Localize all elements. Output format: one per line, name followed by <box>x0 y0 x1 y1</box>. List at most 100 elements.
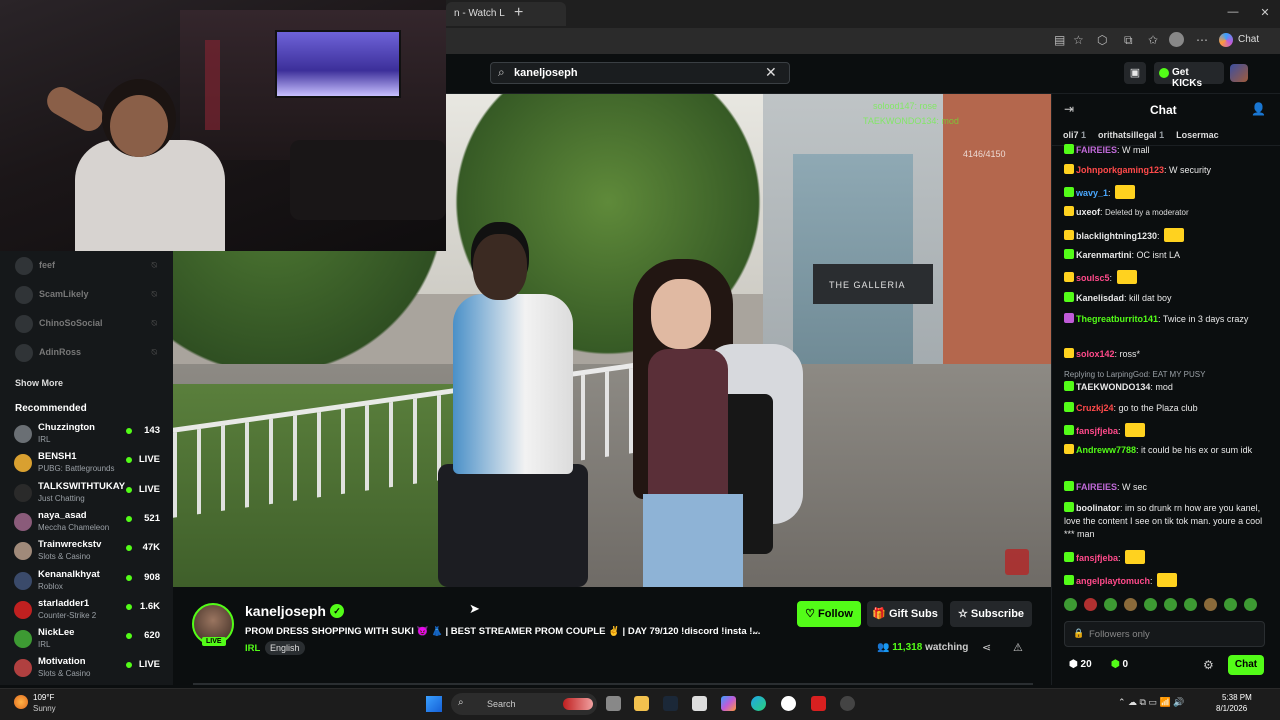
chat-input[interactable]: Followers only <box>1064 621 1265 647</box>
chat-username[interactable]: soulsc5 <box>1076 273 1110 283</box>
sidebar-recommended-item[interactable]: Kenanalkhyat Roblox 908 <box>14 569 164 595</box>
new-tab-button[interactable]: + <box>514 4 523 22</box>
chat-username[interactable]: solox142 <box>1076 349 1115 359</box>
reader-icon[interactable]: ▤ <box>1054 33 1065 47</box>
chat-username[interactable]: FAIREIES <box>1076 145 1117 155</box>
sidebar-followed-item[interactable]: ChinoSoSocial ⍉ <box>15 313 165 335</box>
chat-username[interactable]: Cruzkj24 <box>1076 403 1114 413</box>
emote-icon[interactable] <box>1184 598 1197 611</box>
browser-tab-active[interactable]: n - Watch L <box>446 2 566 26</box>
chat-username[interactable]: Thegreatburrito141 <box>1076 314 1158 324</box>
clock-time[interactable]: 5:38 PM <box>1222 693 1252 702</box>
sub-badge-icon <box>1064 552 1074 562</box>
capcut-icon[interactable] <box>692 696 707 711</box>
extensions-icon[interactable]: ⬡ <box>1097 33 1107 47</box>
send-chat-button[interactable]: Chat <box>1228 655 1264 675</box>
kicks-counter[interactable]: ⬢ 0 <box>1111 659 1128 670</box>
top-gifter[interactable]: Losermac <box>1176 130 1221 140</box>
top-gifter[interactable]: orithatsillegal 1 <box>1098 130 1164 140</box>
settings-app-icon[interactable] <box>840 696 855 711</box>
split-screen-icon[interactable]: ⧉ <box>1124 33 1133 48</box>
chat-username[interactable]: fansjfjeba <box>1076 426 1118 436</box>
sidebar-recommended-item[interactable]: TALKSWITHTUKAY Just Chatting LIVE <box>14 481 164 507</box>
show-more-link[interactable]: Show More <box>15 378 63 388</box>
close-window-button[interactable]: ✕ <box>1250 6 1280 19</box>
chat-username[interactable]: angelplaytomuch <box>1076 576 1150 586</box>
weather-sun-icon[interactable] <box>14 695 28 709</box>
sidebar-recommended-item[interactable]: Motivation Slots & Casino LIVE <box>14 656 164 682</box>
sidebar-recommended-item[interactable]: Trainwreckstv Slots & Casino 47K <box>14 539 164 565</box>
emote-icon[interactable] <box>1144 598 1157 611</box>
collapse-chat-icon[interactable]: ⇥ <box>1064 102 1074 116</box>
emote-icon[interactable] <box>1124 598 1137 611</box>
sidebar-recommended-item[interactable]: BENSH1 PUBG: Battlegrounds LIVE <box>14 451 164 477</box>
horizontal-scrollbar[interactable] <box>193 683 1033 685</box>
copilot-icon[interactable] <box>1219 33 1233 47</box>
chat-username[interactable]: boolinator <box>1076 503 1120 513</box>
clear-search-icon[interactable]: ✕ <box>765 64 777 81</box>
subscribe-button[interactable]: ☆ Subscribe <box>950 601 1032 627</box>
language-tag[interactable]: English <box>265 641 305 655</box>
chat-username[interactable]: Kanelisdad <box>1076 293 1124 303</box>
more-menu-icon[interactable]: ⋯ <box>1196 33 1208 47</box>
obs-icon[interactable] <box>781 696 796 711</box>
chat-username[interactable]: Andreww7788 <box>1076 445 1136 455</box>
sidebar-recommended-item[interactable]: Chuzzington IRL 143 <box>14 422 164 448</box>
task-view-icon[interactable] <box>606 696 621 711</box>
favorite-star-icon[interactable]: ☆ <box>1073 33 1084 47</box>
emote-icon[interactable] <box>1224 598 1237 611</box>
favorites-icon[interactable]: ✩ <box>1148 33 1158 47</box>
kicks-icon: ⬢ <box>1111 659 1123 670</box>
gift-subs-button[interactable]: 🎁 Gift Subs <box>867 601 943 627</box>
share-icon[interactable]: ⋖ <box>982 641 991 654</box>
taskbar-widget-icon[interactable] <box>563 698 593 710</box>
sidebar-recommended-item[interactable]: starladder1 Counter-Strike 2 1.6K <box>14 598 164 624</box>
emote-bar[interactable] <box>1064 598 1269 614</box>
top-gifter[interactable]: oli7 1 <box>1063 130 1086 140</box>
theater-mode-icon[interactable]: ▣ <box>1124 62 1146 84</box>
file-explorer-icon[interactable] <box>634 696 649 711</box>
youtube-icon[interactable] <box>811 696 826 711</box>
chat-username[interactable]: TAEKWONDO134 <box>1076 382 1150 392</box>
profile-avatar-icon[interactable] <box>1169 32 1184 47</box>
emote-icon[interactable] <box>1244 598 1257 611</box>
weather-description[interactable]: Sunny <box>33 704 56 713</box>
system-tray[interactable]: ⌃ ☁ ⧉ ▭ 📶 🔊 <box>1118 697 1184 708</box>
points-counter[interactable]: ⬢ 20 <box>1069 659 1092 670</box>
chevron-down-icon[interactable]: ⌄ <box>751 624 760 637</box>
follow-button[interactable]: ♡ Follow <box>797 601 861 627</box>
chat-users-icon[interactable]: 👤 <box>1251 102 1266 116</box>
chat-username[interactable]: FAIREIES <box>1076 482 1117 492</box>
windows-start-icon[interactable] <box>426 696 442 712</box>
sidebar-followed-item[interactable]: feef ⍉ <box>15 255 165 277</box>
chat-username[interactable]: blacklightning1230 <box>1076 231 1157 241</box>
copilot-chat-label[interactable]: Chat <box>1238 34 1259 45</box>
emote-icon[interactable] <box>1084 598 1097 611</box>
user-avatar[interactable] <box>1230 64 1248 82</box>
weather-temperature[interactable]: 109°F <box>33 693 54 702</box>
clock-date[interactable]: 8/1/2026 <box>1216 704 1247 713</box>
chat-username[interactable]: wavy_1 <box>1076 188 1108 198</box>
chat-username[interactable]: uxeof <box>1076 207 1100 217</box>
emote-icon[interactable] <box>1164 598 1177 611</box>
minimize-button[interactable]: — <box>1218 6 1248 18</box>
sidebar-recommended-item[interactable]: NickLee IRL 620 <box>14 627 164 653</box>
emote-icon[interactable] <box>1204 598 1217 611</box>
search-value[interactable]: kaneljoseph <box>514 67 578 79</box>
report-icon[interactable]: ⚠ <box>1013 641 1023 654</box>
sub-badge-icon <box>1064 206 1074 216</box>
sidebar-followed-item[interactable]: AdinRoss ⍉ <box>15 342 165 364</box>
emote-icon[interactable] <box>1104 598 1117 611</box>
gear-icon[interactable]: ⚙ <box>1203 658 1214 672</box>
emote-icon[interactable] <box>1064 598 1077 611</box>
chat-username[interactable]: Karenmartini <box>1076 250 1132 260</box>
edge-icon[interactable] <box>751 696 766 711</box>
chat-username[interactable]: fansjfjeba <box>1076 553 1118 563</box>
chat-username[interactable]: Johnporkgaming123 <box>1076 165 1164 175</box>
sidebar-followed-item[interactable]: ScamLikely ⍉ <box>15 284 165 306</box>
channel-name[interactable]: kaneljoseph <box>245 603 326 619</box>
copilot-app-icon[interactable] <box>721 696 736 711</box>
stream-category[interactable]: IRL <box>245 643 260 654</box>
steam-icon[interactable] <box>663 696 678 711</box>
sidebar-recommended-item[interactable]: naya_asad Meccha Chameleon 521 <box>14 510 164 536</box>
